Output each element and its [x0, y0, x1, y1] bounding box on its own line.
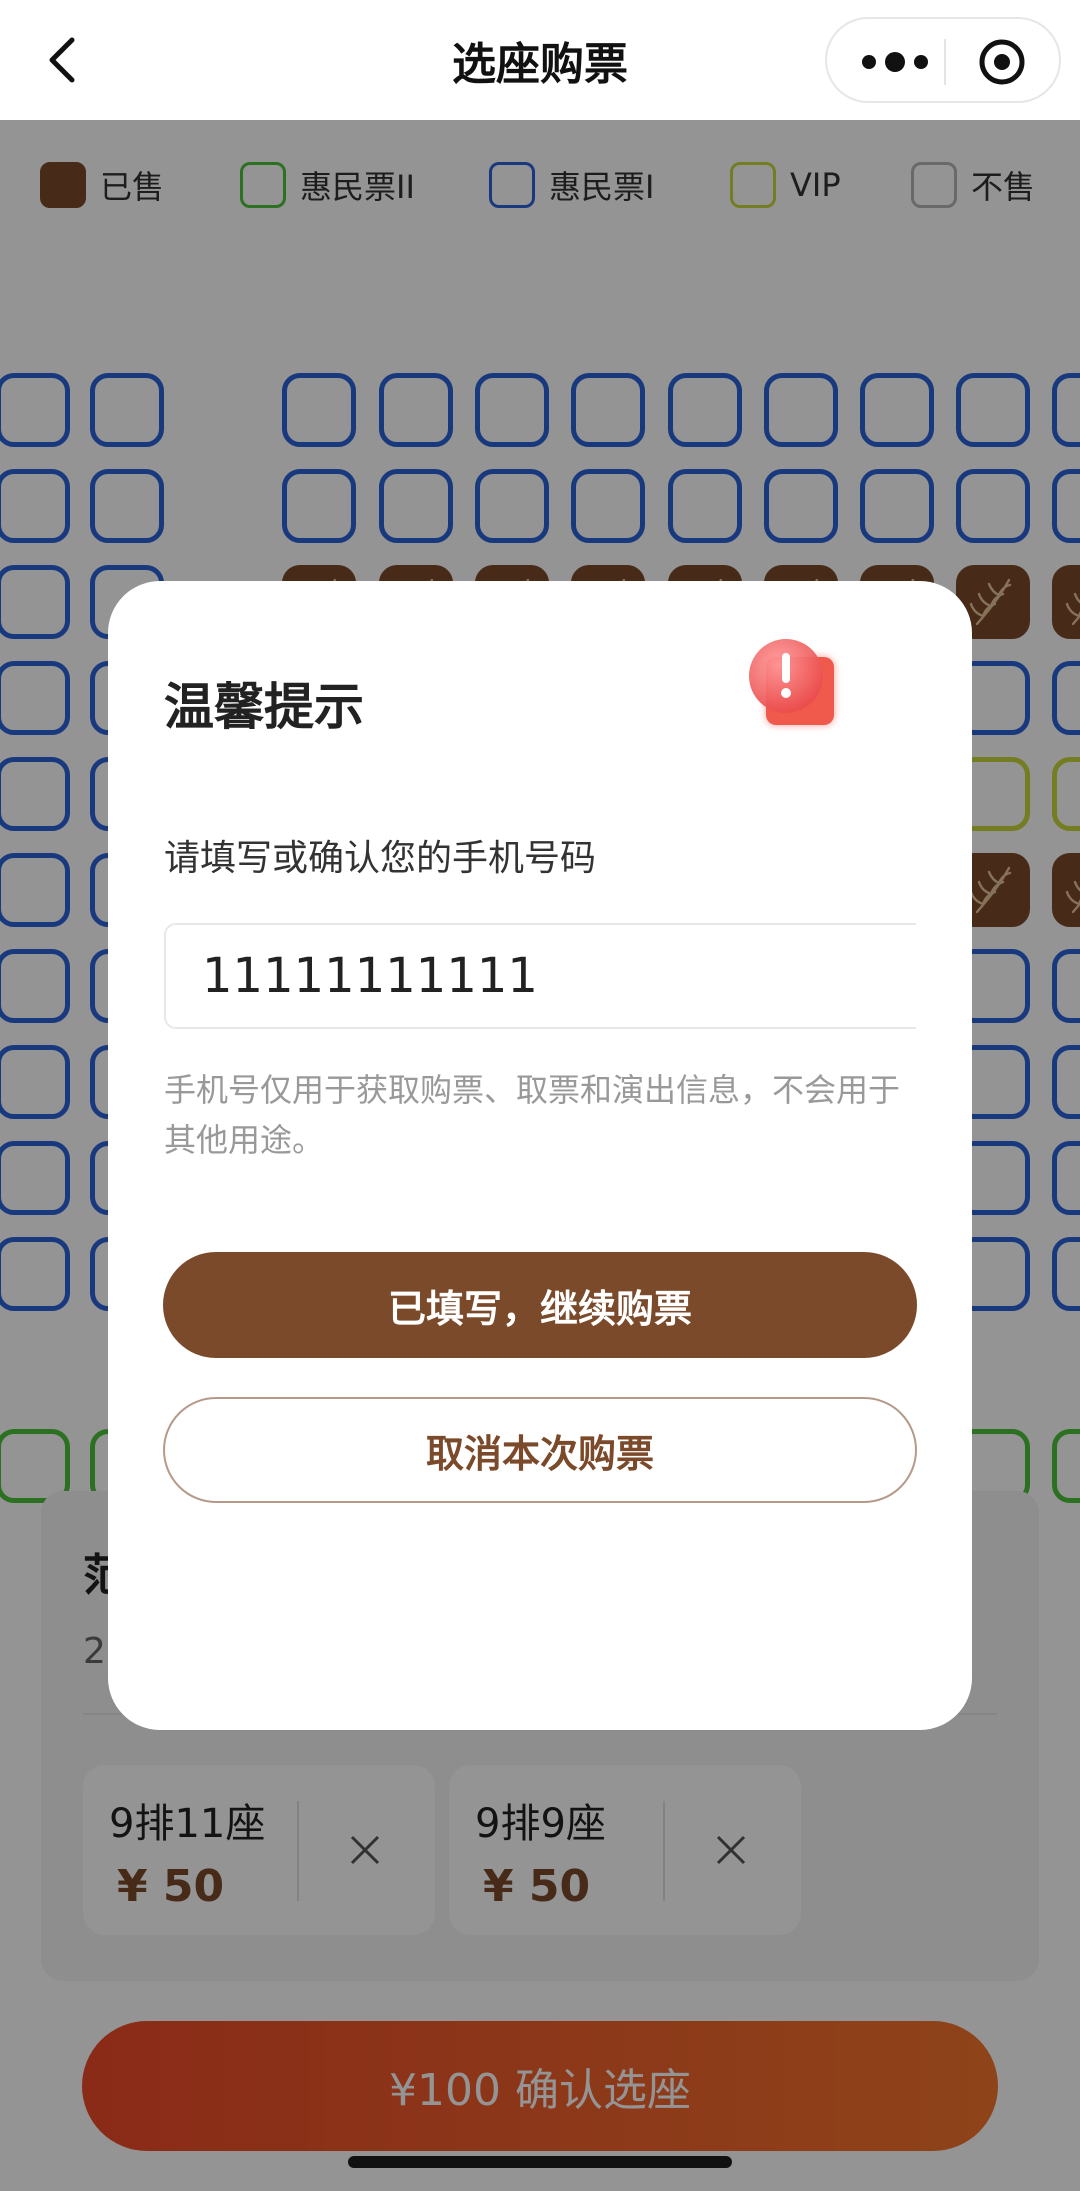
phone-confirm-dialog: 温馨提示 请填写或确认您的手机号码 手机号仅用于获取购票、取票和演出信息，不会用… — [108, 581, 972, 1730]
dialog-prompt: 请填写或确认您的手机号码 — [164, 838, 597, 879]
home-indicator — [348, 2156, 732, 2168]
alert-icon — [748, 637, 844, 737]
more-icon[interactable] — [855, 45, 935, 79]
capsule-divider — [944, 39, 946, 85]
miniprogram-capsule — [825, 17, 1061, 103]
privacy-note: 手机号仅用于获取购票、取票和演出信息，不会用于其他用途。 — [164, 1071, 901, 1159]
continue-purchase-button[interactable]: 已填写，继续购票 — [163, 1252, 917, 1358]
phone-input[interactable] — [164, 923, 916, 1029]
cancel-purchase-button[interactable]: 取消本次购票 — [163, 1397, 917, 1503]
dialog-title: 温馨提示 — [164, 678, 364, 736]
nav-bar: 选座购票 — [0, 0, 1080, 120]
close-miniprogram-icon[interactable] — [977, 37, 1027, 87]
